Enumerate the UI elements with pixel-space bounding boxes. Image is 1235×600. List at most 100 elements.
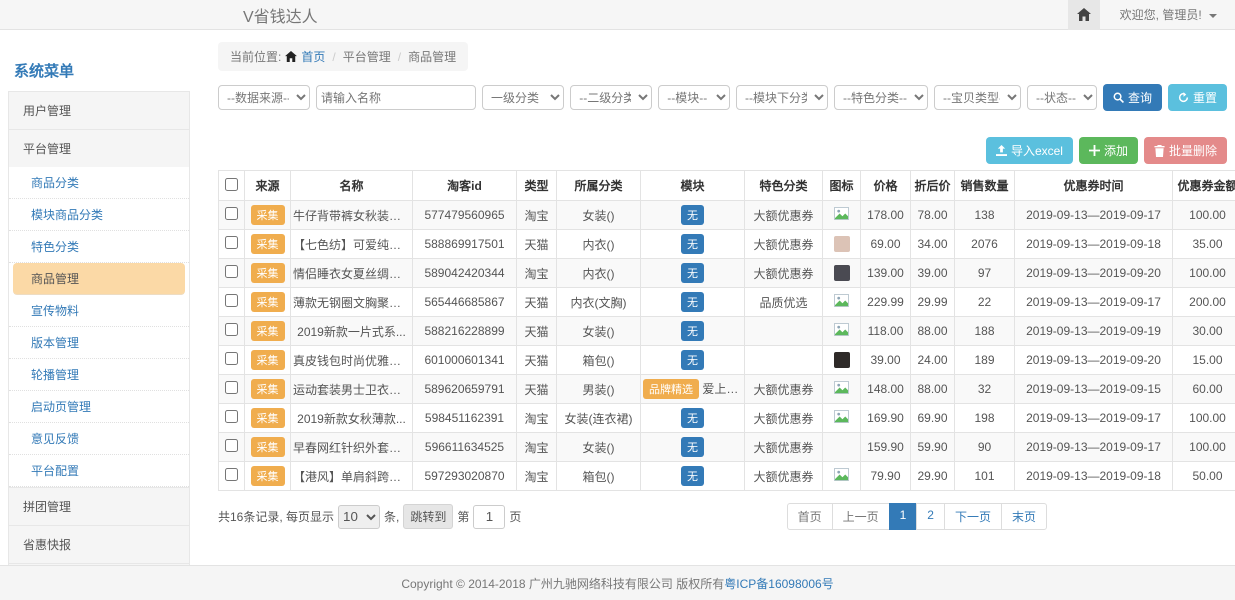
row-checkbox[interactable] xyxy=(225,265,238,278)
sidebar-group-2[interactable]: 拼团管理 xyxy=(8,487,190,525)
name-cell: 【港风】单肩斜跨链条... xyxy=(291,462,413,491)
page-button-2[interactable]: 2 xyxy=(916,503,945,530)
category-cell: 箱包() xyxy=(557,462,641,491)
row-checkbox[interactable] xyxy=(225,381,238,394)
source-cell: 采集 xyxy=(245,259,291,288)
breadcrumb: 当前位置: 首页 / 平台管理 / 商品管理 xyxy=(218,42,468,71)
filter-select-6[interactable]: --特色分类-- xyxy=(834,85,928,110)
filter-select-7[interactable]: --宝贝类型-- xyxy=(934,85,1021,110)
price-cell: 79.90 xyxy=(861,462,911,491)
product-name-input[interactable] xyxy=(316,85,476,110)
discount-price-cell: 59.90 xyxy=(911,433,955,462)
column-header-价格: 价格 xyxy=(861,171,911,201)
column-header-淘客id: 淘客id xyxy=(413,171,517,201)
page-number-input[interactable] xyxy=(473,505,505,529)
module-badge: 无 xyxy=(681,350,704,370)
filter-select-3[interactable]: --二级分类-- xyxy=(570,85,652,110)
upload-icon xyxy=(996,145,1007,156)
sidebar-item-轮播管理[interactable]: 轮播管理 xyxy=(9,359,189,391)
sidebar-item-意见反馈[interactable]: 意见反馈 xyxy=(9,423,189,455)
row-checkbox[interactable] xyxy=(225,410,238,423)
coupon-time-cell: 2019-09-13—2019-09-19 xyxy=(1015,317,1173,346)
feature-cell: 大额优惠券 xyxy=(745,433,823,462)
sales-cell: 2076 xyxy=(955,230,1015,259)
per-page-select[interactable]: 10 xyxy=(338,505,380,529)
feature-cell: 品质优选 xyxy=(745,288,823,317)
page-button-下一页[interactable]: 下一页 xyxy=(944,503,1002,530)
filter-select-8[interactable]: --状态-- xyxy=(1027,85,1097,110)
table-row: 采集运动套装男士卫衣初秋...589620659791天猫男装()品牌精选 爱上… xyxy=(219,375,1235,404)
reset-button[interactable]: 重置 xyxy=(1168,84,1227,111)
name-cell: 【七色纺】可爱纯棉家... xyxy=(291,230,413,259)
import-excel-button[interactable]: 导入excel xyxy=(986,137,1073,164)
breadcrumb-home-link[interactable]: 首页 xyxy=(301,48,325,65)
row-checkbox[interactable] xyxy=(225,439,238,452)
page-button-上一页[interactable]: 上一页 xyxy=(832,503,890,530)
table-row: 采集早春网红针织外套女春...596611634525淘宝女装()无大额优惠券1… xyxy=(219,433,1235,462)
coupon-time-cell: 2019-09-13—2019-09-18 xyxy=(1015,462,1173,491)
home-button[interactable] xyxy=(1068,0,1100,30)
type-cell: 天猫 xyxy=(517,375,557,404)
type-cell: 淘宝 xyxy=(517,462,557,491)
select-all-checkbox[interactable] xyxy=(225,178,238,191)
broken-image-icon xyxy=(834,207,849,220)
name-cell: 运动套装男士卫衣初秋... xyxy=(291,375,413,404)
jump-button[interactable]: 跳转到 xyxy=(403,504,453,529)
row-checkbox[interactable] xyxy=(225,468,238,481)
page-button-末页[interactable]: 末页 xyxy=(1001,503,1047,530)
row-checkbox[interactable] xyxy=(225,294,238,307)
page-button-1[interactable]: 1 xyxy=(889,503,918,530)
category-cell: 箱包() xyxy=(557,346,641,375)
source-cell: 采集 xyxy=(245,404,291,433)
search-button[interactable]: 查询 xyxy=(1103,84,1162,111)
price-cell: 139.00 xyxy=(861,259,911,288)
module-cell: 无 xyxy=(641,288,745,317)
module-badge: 无 xyxy=(681,234,704,254)
products-table: 来源名称淘客id类型所属分类模块特色分类图标价格折后价销售数量优惠券时间优惠券金… xyxy=(218,170,1235,491)
sidebar-item-特色分类[interactable]: 特色分类 xyxy=(9,231,189,263)
filter-select-2[interactable]: 一级分类 xyxy=(482,85,564,110)
filter-select-4[interactable]: --模块-- xyxy=(658,85,730,110)
price-cell: 178.00 xyxy=(861,201,911,230)
module-badge: 无 xyxy=(681,437,704,457)
sidebar-item-商品管理[interactable]: 商品管理 xyxy=(13,263,185,295)
sidebar-item-启动页管理[interactable]: 启动页管理 xyxy=(9,391,189,423)
home-icon xyxy=(1077,8,1091,21)
module-badge: 无 xyxy=(681,292,704,312)
row-checkbox[interactable] xyxy=(225,352,238,365)
row-checkbox[interactable] xyxy=(225,207,238,220)
page-button-首页[interactable]: 首页 xyxy=(787,503,833,530)
sidebar-item-平台配置[interactable]: 平台配置 xyxy=(9,455,189,487)
row-checkbox[interactable] xyxy=(225,236,238,249)
row-checkbox[interactable] xyxy=(225,323,238,336)
sidebar-item-宣传物料[interactable]: 宣传物料 xyxy=(9,295,189,327)
type-cell: 天猫 xyxy=(517,317,557,346)
column-header-来源: 来源 xyxy=(245,171,291,201)
feature-cell: 大额优惠券 xyxy=(745,404,823,433)
add-button[interactable]: 添加 xyxy=(1079,137,1138,164)
column-header-销售数量: 销售数量 xyxy=(955,171,1015,201)
sidebar-group-0[interactable]: 用户管理 xyxy=(8,91,190,129)
sidebar-item-商品分类[interactable]: 商品分类 xyxy=(9,167,189,199)
column-header-优惠券金额: 优惠券金额 xyxy=(1173,171,1235,201)
sidebar-group-1[interactable]: 平台管理 xyxy=(8,129,190,167)
sidebar-group-3[interactable]: 省惠快报 xyxy=(8,525,190,563)
icon-cell xyxy=(823,230,861,259)
broken-image-icon xyxy=(834,468,849,481)
filter-select-5[interactable]: --模块下分类-- xyxy=(736,85,828,110)
filter-select-0[interactable]: --数据来源-- xyxy=(218,85,310,110)
source-badge: 采集 xyxy=(251,321,285,341)
coupon-time-cell: 2019-09-13—2019-09-17 xyxy=(1015,404,1173,433)
sales-cell: 97 xyxy=(955,259,1015,288)
batch-delete-button[interactable]: 批量删除 xyxy=(1144,137,1227,164)
module-badge: 无 xyxy=(681,321,704,341)
row-checkbox-cell xyxy=(219,375,245,404)
discount-price-cell: 29.99 xyxy=(911,288,955,317)
sidebar-item-版本管理[interactable]: 版本管理 xyxy=(9,327,189,359)
breadcrumb-item: 商品管理 xyxy=(408,48,456,65)
sidebar-item-模块商品分类[interactable]: 模块商品分类 xyxy=(9,199,189,231)
icon-cell xyxy=(823,288,861,317)
user-menu[interactable]: 欢迎您, 管理员! xyxy=(1120,6,1217,23)
broken-image-icon xyxy=(834,323,849,336)
icp-link[interactable]: 粤ICP备16098006号 xyxy=(724,575,833,592)
